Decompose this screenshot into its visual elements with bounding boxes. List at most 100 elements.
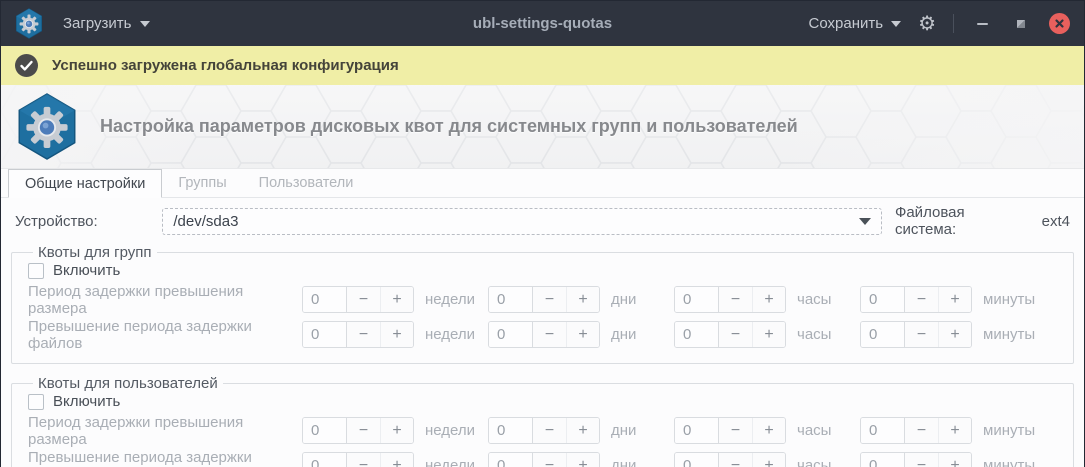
enable-checkbox-label: Включить xyxy=(53,262,121,279)
spinbutton: 0− + xyxy=(488,452,600,467)
spin-decrement-button[interactable]: − xyxy=(905,453,938,467)
spin-decrement-button[interactable]: − xyxy=(347,287,380,312)
spin-group: 0− + недели xyxy=(302,286,488,313)
page-title: Настройка параметров дисковых квот для с… xyxy=(100,116,798,136)
spin-group: 0− + недели xyxy=(302,417,488,444)
spin-group: 0− + недели xyxy=(302,321,488,348)
spin-increment-button[interactable]: + xyxy=(380,453,413,467)
spin-value-input[interactable]: 0 xyxy=(303,418,347,443)
unit-label: часы xyxy=(797,291,832,308)
enable-group-quotas-checkbox[interactable] xyxy=(28,262,44,279)
unit-label: часы xyxy=(797,326,832,343)
spin-increment-button[interactable]: + xyxy=(566,418,599,443)
minimize-button[interactable] xyxy=(971,13,993,35)
spin-group: 0− + минуты xyxy=(860,286,1046,313)
unit-label: минуты xyxy=(983,326,1036,343)
spin-value-input[interactable]: 0 xyxy=(675,322,719,347)
quota-row-label: Превышение периода задержки файлов xyxy=(28,448,252,467)
spinbutton: 0− + xyxy=(674,321,786,348)
spin-decrement-button[interactable]: − xyxy=(719,287,752,312)
spin-value-input[interactable]: 0 xyxy=(861,453,905,467)
spin-decrement-button[interactable]: − xyxy=(719,322,752,347)
spin-increment-button[interactable]: + xyxy=(752,453,785,467)
enable-user-quotas-checkbox[interactable] xyxy=(28,393,44,410)
spin-value-input[interactable]: 0 xyxy=(489,453,533,467)
spin-value-input[interactable]: 0 xyxy=(675,418,719,443)
spin-increment-button[interactable]: + xyxy=(752,287,785,312)
spin-group: 0− + минуты xyxy=(860,452,1046,467)
spin-decrement-button[interactable]: − xyxy=(347,322,380,347)
spin-decrement-button[interactable]: − xyxy=(905,287,938,312)
spinbutton: 0− + xyxy=(860,321,972,348)
spin-increment-button[interactable]: + xyxy=(938,322,971,347)
spin-value-input[interactable]: 0 xyxy=(303,287,347,312)
titlebar: Загрузить ubl-settings-quotas Сохранить … xyxy=(1,1,1084,46)
spin-group: 0− + дни xyxy=(488,417,674,444)
spin-value-input[interactable]: 0 xyxy=(303,453,347,467)
spinbutton: 0− + xyxy=(860,452,972,467)
tab-users[interactable]: Пользователи xyxy=(243,169,370,197)
success-infobar: Успешно загружена глобальная конфигураци… xyxy=(1,46,1084,85)
device-combobox[interactable]: /dev/sda3 xyxy=(162,207,882,235)
dropdown-caret-icon xyxy=(139,20,150,27)
spin-increment-button[interactable]: + xyxy=(380,287,413,312)
settings-gear-icon[interactable]: ⚙ xyxy=(918,14,936,34)
spin-value-input[interactable]: 0 xyxy=(861,418,905,443)
spin-decrement-button[interactable]: − xyxy=(533,322,566,347)
spinbutton: 0− + xyxy=(488,321,600,348)
spin-decrement-button[interactable]: − xyxy=(905,418,938,443)
notebook-tabstrip: Общие настройки Группы Пользователи xyxy=(1,169,1084,198)
spin-group: 0− + часы xyxy=(674,321,860,348)
spinbutton: 0− + xyxy=(488,286,600,313)
tab-groups[interactable]: Группы xyxy=(162,169,242,197)
header-banner: Настройка параметров дисковых квот для с… xyxy=(1,85,1084,169)
spin-increment-button[interactable]: + xyxy=(752,322,785,347)
spin-value-input[interactable]: 0 xyxy=(303,322,347,347)
spin-increment-button[interactable]: + xyxy=(938,287,971,312)
spin-group: 0− + дни xyxy=(488,286,674,313)
spin-value-input[interactable]: 0 xyxy=(675,287,719,312)
tab-general-settings[interactable]: Общие настройки xyxy=(8,169,163,198)
spin-increment-button[interactable]: + xyxy=(938,453,971,467)
load-menu-button[interactable]: Загрузить xyxy=(63,15,150,32)
app-window: { "titlebar": { "load_label": "Загрузить… xyxy=(0,0,1085,467)
spin-increment-button[interactable]: + xyxy=(380,322,413,347)
spin-decrement-button[interactable]: − xyxy=(347,418,380,443)
close-button[interactable] xyxy=(1049,13,1070,34)
spin-decrement-button[interactable]: − xyxy=(719,453,752,467)
filesystem-value: ext4 xyxy=(1041,212,1071,230)
spin-increment-button[interactable]: + xyxy=(380,418,413,443)
app-logo-large xyxy=(16,93,78,160)
spinbutton: 0− + xyxy=(302,417,414,444)
quota-row: Период задержки превышения размера 0− + не… xyxy=(28,414,1063,448)
filesystem-label: Файловая система: xyxy=(894,204,965,238)
save-menu-label: Сохранить xyxy=(808,15,884,32)
spin-increment-button[interactable]: + xyxy=(566,322,599,347)
unit-label: дни xyxy=(611,422,637,439)
spin-decrement-button[interactable]: − xyxy=(533,418,566,443)
unit-label: недели xyxy=(425,422,476,439)
unit-label: часы xyxy=(797,457,832,467)
spin-value-input[interactable]: 0 xyxy=(489,418,533,443)
spin-value-input[interactable]: 0 xyxy=(675,453,719,467)
spin-value-input[interactable]: 0 xyxy=(861,322,905,347)
spin-increment-button[interactable]: + xyxy=(566,453,599,467)
spin-increment-button[interactable]: + xyxy=(752,418,785,443)
app-logo-icon xyxy=(15,8,43,39)
spin-decrement-button[interactable]: − xyxy=(533,287,566,312)
restore-icon xyxy=(1017,19,1025,28)
spin-group: 0− + минуты xyxy=(860,417,1046,444)
spin-increment-button[interactable]: + xyxy=(938,418,971,443)
spin-value-input[interactable]: 0 xyxy=(861,287,905,312)
spin-decrement-button[interactable]: − xyxy=(533,453,566,467)
spin-decrement-button[interactable]: − xyxy=(347,453,380,467)
dropdown-caret-icon xyxy=(891,20,902,27)
spin-value-input[interactable]: 0 xyxy=(489,287,533,312)
spin-decrement-button[interactable]: − xyxy=(905,322,938,347)
spin-value-input[interactable]: 0 xyxy=(489,322,533,347)
restore-button[interactable] xyxy=(1010,13,1032,35)
spinbutton: 0− + xyxy=(302,452,414,467)
spin-decrement-button[interactable]: − xyxy=(719,418,752,443)
save-menu-button[interactable]: Сохранить xyxy=(809,15,902,32)
spin-increment-button[interactable]: + xyxy=(566,287,599,312)
